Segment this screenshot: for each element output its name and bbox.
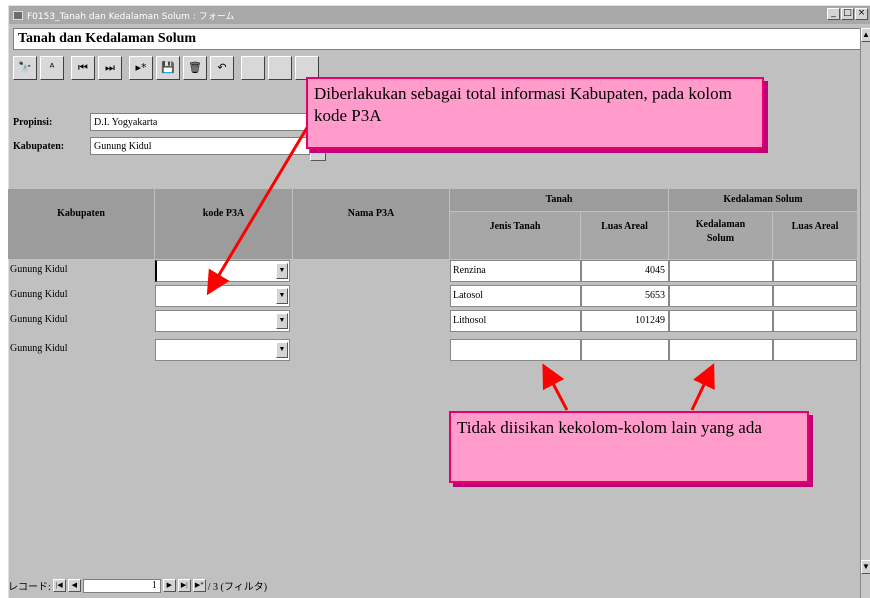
arrow-to-kode-p3a — [206, 125, 310, 296]
callout-kode-p3a: Diberlakukan sebagai total informasi Kab… — [306, 77, 764, 149]
arrow-to-kedalaman — [690, 363, 715, 411]
prev-record-nav-icon[interactable]: ◀ — [67, 579, 81, 592]
callout-other-columns: Tidak diisikan kekolom-kolom lain yang a… — [449, 411, 809, 483]
next-record-nav-icon[interactable]: ▶ — [162, 579, 176, 592]
record-number-input[interactable]: 1 — [82, 578, 161, 593]
record-navigator: レコード: |◀ ◀ 1 ▶ ▶| ▶* / 3 (フィルタ) — [8, 578, 267, 593]
record-total: / 3 (フィルタ) — [207, 582, 268, 593]
first-record-nav-icon[interactable]: |◀ — [52, 579, 66, 592]
last-record-nav-icon[interactable]: ▶| — [177, 579, 191, 592]
new-record-nav-icon[interactable]: ▶* — [192, 579, 206, 592]
arrow-to-jenis-tanah — [542, 363, 569, 411]
record-label: レコード: — [8, 582, 51, 593]
